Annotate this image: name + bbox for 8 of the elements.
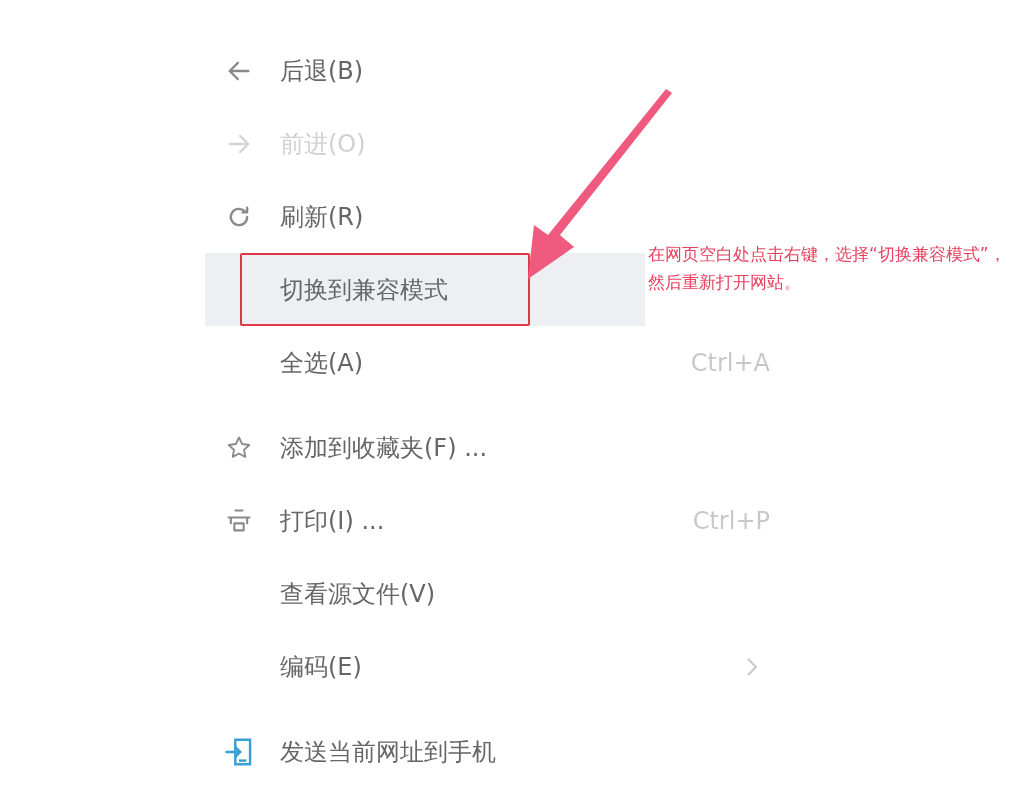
- menu-item[interactable]: 发送当前网址到手机: [205, 715, 645, 788]
- menu-item[interactable]: 查看源文件(V): [205, 557, 645, 630]
- menu-item[interactable]: 添加到收藏夹(F) ...: [205, 411, 645, 484]
- menu-item[interactable]: 刷新(R): [205, 180, 645, 253]
- menu-item[interactable]: 编码(E): [205, 630, 805, 703]
- menu-item[interactable]: 后退(B): [205, 34, 645, 107]
- menu-item[interactable]: 切换到兼容模式: [205, 253, 645, 326]
- annotation-note: 在网页空白处点击右键，选择“切换兼容模式”，然后重新打开网站。: [648, 243, 1007, 294]
